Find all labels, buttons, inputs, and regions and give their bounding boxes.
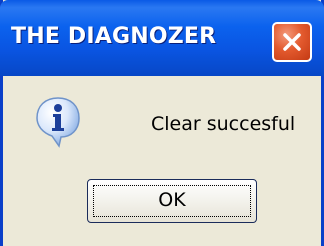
info-icon: [35, 96, 81, 148]
close-icon: [283, 33, 301, 51]
ok-button-label: OK: [158, 189, 186, 211]
dialog-window: THE DIAGNOZER Clear succesful OK: [0, 0, 324, 246]
close-button[interactable]: [272, 22, 312, 62]
window-title: THE DIAGNOZER: [11, 24, 217, 49]
ok-button[interactable]: OK: [87, 179, 257, 223]
title-bar[interactable]: THE DIAGNOZER: [0, 0, 324, 76]
dialog-message: Clear succesful: [151, 113, 296, 135]
